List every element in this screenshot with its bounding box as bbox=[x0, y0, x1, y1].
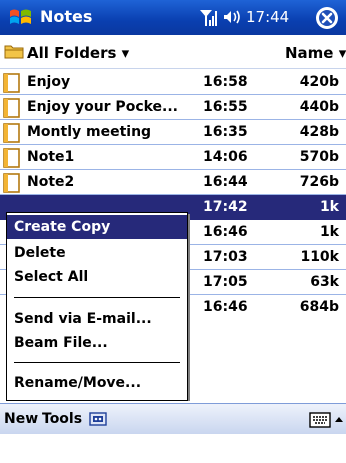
note-icon bbox=[3, 173, 20, 193]
note-icon bbox=[3, 148, 20, 168]
chevron-down-icon: ▾ bbox=[121, 44, 130, 62]
note-time: 17:05 bbox=[203, 274, 248, 290]
clock[interactable]: 17:44 bbox=[246, 8, 289, 26]
note-time: 16:46 bbox=[203, 299, 248, 315]
note-time: 16:35 bbox=[203, 124, 248, 140]
note-size: 684b bbox=[299, 299, 339, 315]
speaker-icon bbox=[224, 10, 240, 24]
list-item[interactable]: Note1 14:06 570b bbox=[0, 145, 346, 170]
note-name: Note1 bbox=[27, 149, 75, 165]
tools-menu[interactable]: Tools bbox=[42, 411, 82, 427]
signal-icon[interactable] bbox=[198, 6, 244, 28]
note-icon bbox=[3, 98, 20, 118]
note-size: 1k bbox=[319, 199, 339, 215]
note-icon bbox=[3, 73, 20, 93]
list-item[interactable]: Enjoy your Pocke... 16:55 440b bbox=[0, 95, 346, 120]
list-item[interactable]: Enjoy 16:58 420b bbox=[0, 70, 346, 95]
note-size: 63k bbox=[310, 274, 339, 290]
new-button[interactable]: New bbox=[4, 411, 38, 427]
list-item[interactable]: Note2 16:44 726b bbox=[0, 170, 346, 195]
folder-label: All Folders bbox=[27, 44, 117, 62]
list-item[interactable]: Montly meeting 16:35 428b bbox=[0, 120, 346, 145]
note-size: 1k bbox=[319, 224, 339, 240]
folder-icon bbox=[4, 45, 24, 59]
note-time: 16:58 bbox=[203, 74, 248, 90]
note-size: 110k bbox=[300, 249, 339, 265]
menu-item-rename-move[interactable]: Rename/Move... bbox=[7, 371, 187, 395]
sort-label: Name bbox=[285, 44, 334, 62]
menu-separator bbox=[14, 297, 180, 298]
menu-item-select-all[interactable]: Select All bbox=[7, 265, 187, 289]
menu-item-delete[interactable]: Delete bbox=[7, 241, 187, 265]
menu-item-create-copy[interactable]: Create Copy bbox=[7, 215, 187, 239]
note-size: 420b bbox=[299, 74, 339, 90]
title-bar: Notes 17:44 bbox=[0, 0, 346, 35]
note-time: 17:42 bbox=[203, 199, 248, 215]
context-menu: Create Copy Delete Select All Send via E… bbox=[6, 212, 188, 401]
voice-recorder-icon[interactable] bbox=[89, 411, 107, 427]
close-icon[interactable] bbox=[316, 7, 338, 29]
note-size: 428b bbox=[299, 124, 339, 140]
note-name: Note2 bbox=[27, 174, 75, 190]
note-time: 16:46 bbox=[203, 224, 248, 240]
note-name: Enjoy bbox=[27, 74, 71, 90]
chevron-down-icon: ▾ bbox=[338, 44, 346, 62]
menu-separator bbox=[14, 362, 180, 363]
note-size: 570b bbox=[299, 149, 339, 165]
menu-item-send-email[interactable]: Send via E-mail... bbox=[7, 307, 187, 331]
note-time: 16:55 bbox=[203, 99, 248, 115]
keyboard-icon[interactable] bbox=[309, 412, 331, 428]
windows-start-icon[interactable] bbox=[8, 5, 34, 29]
note-name: Montly meeting bbox=[27, 124, 152, 140]
folder-dropdown[interactable]: All Folders ▾ bbox=[27, 44, 129, 62]
note-name: Enjoy your Pocke... bbox=[27, 99, 178, 115]
note-time: 16:44 bbox=[203, 174, 248, 190]
note-time: 17:03 bbox=[203, 249, 248, 265]
app-title: Notes bbox=[40, 7, 93, 26]
sort-dropdown[interactable]: Name ▾ bbox=[285, 44, 346, 62]
note-icon bbox=[3, 123, 20, 143]
note-size: 726b bbox=[299, 174, 339, 190]
input-arrow-icon[interactable] bbox=[334, 414, 344, 424]
note-size: 440b bbox=[299, 99, 339, 115]
note-time: 14:06 bbox=[203, 149, 248, 165]
folder-header: All Folders ▾ Name ▾ bbox=[0, 35, 346, 69]
command-bar: New Tools bbox=[0, 403, 346, 434]
bottom-area: New Tools bbox=[0, 401, 346, 463]
menu-item-beam-file[interactable]: Beam File... bbox=[7, 331, 187, 355]
